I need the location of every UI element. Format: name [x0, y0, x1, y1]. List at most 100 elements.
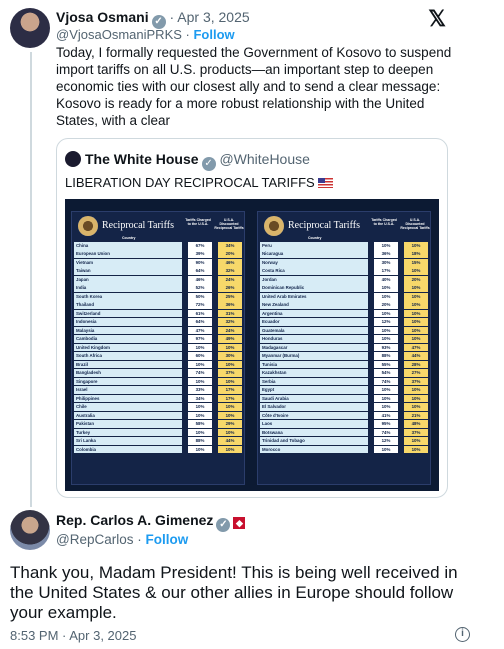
discounted-cell: 17% — [218, 386, 242, 394]
charged-cell: 72% — [188, 301, 212, 309]
charged-cell: 10% — [374, 309, 398, 318]
charged-cell: 34% — [188, 394, 212, 403]
discounted-cell: 24% — [218, 326, 242, 335]
tariff-chart-image[interactable]: Reciprocal Tariffs Tariffs Charged to th… — [65, 199, 439, 491]
thread-line — [30, 52, 32, 507]
country-cell: United Arab Emirates — [260, 292, 368, 301]
reply-author-name[interactable]: Rep. Carlos A. Gimenez — [56, 512, 213, 528]
country-cell: Honduras — [260, 335, 368, 343]
charged-cell: 33% — [188, 386, 212, 394]
charged-cell: 39% — [188, 250, 212, 259]
quote-header: The White House ✓ @WhiteHouse — [65, 151, 310, 171]
discounted-cell: 20% — [218, 250, 242, 259]
discounted-cell: 15% — [404, 258, 428, 267]
country-cell: Argentina — [260, 309, 368, 318]
country-cell: Cambodia — [74, 335, 182, 343]
discounted-cell: 10% — [218, 428, 242, 437]
follow-button[interactable]: Follow — [145, 532, 188, 547]
quoted-tweet[interactable]: The White House ✓ @WhiteHouse LIBERATION … — [56, 138, 448, 498]
discounted-cell: 10% — [404, 242, 428, 250]
author-handle[interactable]: @VjosaOsmaniPRKS — [56, 27, 182, 42]
charged-cell: 10% — [374, 403, 398, 411]
charged-cell: 12% — [374, 437, 398, 445]
charged-cell: 55% — [374, 360, 398, 369]
col-discounted-header: U.S.A. Discounted Reciprocal Tariffs — [214, 218, 244, 230]
country-cell: Guatemala — [260, 326, 368, 335]
follow-button[interactable]: Follow — [193, 27, 234, 42]
avatar[interactable] — [10, 510, 50, 550]
charged-cell: 61% — [188, 309, 212, 318]
charged-cell: 52% — [188, 284, 212, 293]
table-row: Dominican Republic 10% 10% — [260, 284, 428, 293]
table-row: South Africa 60% 30% — [74, 352, 242, 360]
discounted-cell: 10% — [404, 301, 428, 309]
tweet-date[interactable]: · Apr 3, 2025 — [169, 9, 249, 25]
country-cell: South Korea — [74, 292, 182, 301]
charged-cell: 74% — [188, 369, 212, 377]
discounted-cell: 17% — [218, 394, 242, 403]
col-country-header: Country — [308, 236, 322, 240]
col-discounted-header: U.S.A. Discounted Reciprocal Tariffs — [400, 218, 430, 230]
discounted-cell: 47% — [404, 343, 428, 352]
table-row: Turkey 10% 10% — [74, 428, 242, 437]
discounted-cell: 10% — [404, 403, 428, 411]
reply-handle[interactable]: @RepCarlos — [56, 532, 133, 547]
discounted-cell: 21% — [404, 411, 428, 420]
charged-cell: 10% — [374, 326, 398, 335]
discounted-cell: 10% — [404, 309, 428, 318]
tariff-panel-left: Reciprocal Tariffs Tariffs Charged to th… — [71, 211, 245, 485]
table-row: Guatemala 10% 10% — [260, 326, 428, 335]
x-logo-icon[interactable]: 𝕏 — [428, 6, 446, 32]
country-cell: Vietnam — [74, 258, 182, 267]
table-row: Myanmar (Burma) 88% 44% — [260, 352, 428, 360]
charged-cell: 47% — [188, 326, 212, 335]
country-cell: El Salvador — [260, 403, 368, 411]
table-row: India 52% 26% — [74, 284, 242, 293]
discounted-cell: 44% — [218, 437, 242, 445]
reply-text: Thank you, Madam President! This is bein… — [10, 563, 458, 622]
table-row: Peru 10% 10% — [260, 242, 428, 250]
discounted-cell: 10% — [404, 386, 428, 394]
discounted-cell: 10% — [218, 377, 242, 386]
table-row: Malaysia 47% 24% — [74, 326, 242, 335]
quote-handle: @WhiteHouse — [219, 151, 310, 167]
country-cell: Indonesia — [74, 318, 182, 326]
country-cell: Singapore — [74, 377, 182, 386]
reply-handle-row: @RepCarlos · Follow — [56, 532, 189, 547]
table-row: Indonesia 64% 32% — [74, 318, 242, 326]
discounted-cell: 26% — [218, 284, 242, 293]
tariff-panel-right: Reciprocal Tariffs Tariffs Charged to th… — [257, 211, 431, 485]
author-name[interactable]: Vjosa Osmani — [56, 9, 149, 25]
discounted-cell: 30% — [218, 352, 242, 360]
info-icon[interactable]: i — [455, 627, 470, 642]
discounted-cell: 10% — [404, 284, 428, 293]
charged-cell: 50% — [188, 292, 212, 301]
table-row: Philippines 34% 17% — [74, 394, 242, 403]
presidential-seal-icon — [264, 216, 284, 236]
table-row: United Kingdom 10% 10% — [74, 343, 242, 352]
discounted-cell: 10% — [218, 403, 242, 411]
table-row: Honduras 10% 10% — [260, 335, 428, 343]
discounted-cell: 10% — [404, 445, 428, 454]
government-badge-icon: ◆ — [233, 517, 246, 529]
charged-cell: 90% — [188, 258, 212, 267]
discounted-cell: 10% — [404, 318, 428, 326]
discounted-cell: 24% — [218, 275, 242, 284]
country-cell: Japan — [74, 275, 182, 284]
country-cell: China — [74, 242, 182, 250]
charged-cell: 60% — [188, 352, 212, 360]
table-row: Japan 46% 24% — [74, 275, 242, 284]
discounted-cell: 10% — [404, 267, 428, 276]
country-cell: Saudi Arabia — [260, 394, 368, 403]
avatar[interactable] — [10, 8, 50, 48]
reply-timestamp[interactable]: 8:53 PM · Apr 3, 2025 — [10, 628, 136, 643]
discounted-cell: 10% — [404, 335, 428, 343]
charged-cell: 10% — [374, 335, 398, 343]
table-row: Israel 33% 17% — [74, 386, 242, 394]
table-row: Pakistan 58% 29% — [74, 420, 242, 428]
table-row: Chile 10% 10% — [74, 403, 242, 411]
country-cell: Israel — [74, 386, 182, 394]
discounted-cell: 36% — [218, 301, 242, 309]
country-cell: Brazil — [74, 360, 182, 369]
table-row: Costa Rica 17% 10% — [260, 267, 428, 276]
